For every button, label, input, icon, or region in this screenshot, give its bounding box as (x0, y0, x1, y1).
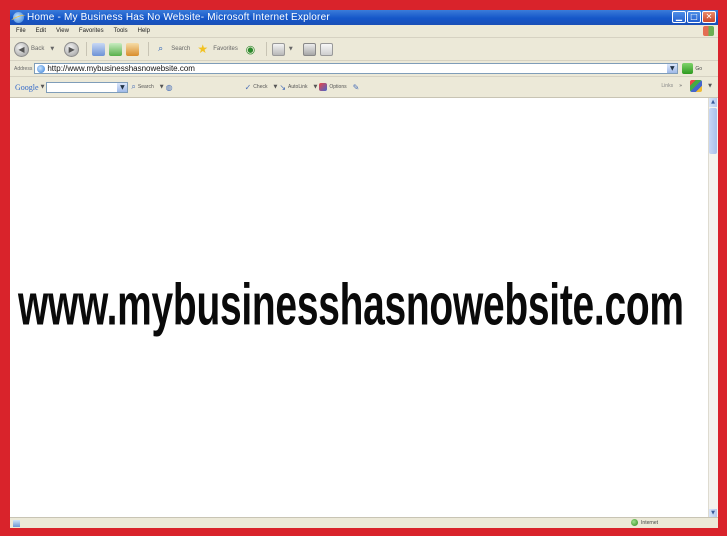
google-search-label: Search (137, 84, 154, 90)
go-arrow-icon[interactable] (682, 63, 694, 74)
scroll-up-arrow-icon[interactable]: ▲ (709, 98, 717, 107)
home-icon[interactable] (126, 42, 140, 56)
status-bar: Internet (10, 517, 718, 528)
back-dropdown-icon[interactable]: ▼ (50, 46, 54, 52)
edit-icon[interactable] (319, 42, 333, 56)
spellcheck-icon: ✓ (244, 82, 252, 92)
media-icon[interactable]: ◉ (244, 43, 257, 56)
toolbar-separator (148, 42, 150, 56)
security-zone: Internet (631, 519, 658, 526)
options-label: Options (329, 84, 347, 90)
toolbar-separator (265, 42, 267, 56)
options-button[interactable]: Options (319, 83, 347, 91)
google-search-button[interactable]: ⌕ Search (131, 82, 153, 92)
address-label: Address (14, 65, 33, 72)
toolbar-separator (86, 42, 88, 56)
check-label: Check (253, 84, 268, 90)
status-page-icon (13, 519, 20, 527)
menu-view[interactable]: View (56, 28, 69, 34)
internet-explorer-icon[interactable] (13, 12, 24, 23)
menu-tools[interactable]: Tools (114, 28, 128, 34)
go-button[interactable]: Go (695, 66, 702, 72)
internet-zone-icon (631, 519, 639, 526)
title-bar: Home - My Business Has No Website- Micro… (10, 10, 718, 25)
menu-bar: File Edit View Favorites Tools Help (10, 25, 718, 38)
favorites-star-icon[interactable]: ★ (196, 42, 209, 56)
options-icon (319, 83, 328, 91)
google-search-dropdown-icon[interactable]: ▼ (117, 82, 128, 92)
google-toolbar: Google ▼ ▼ ⌕ Search ▼ ◍ ✓ Check ▼ ↘ Auto… (10, 77, 718, 98)
menu-help[interactable]: Help (138, 28, 150, 34)
zone-label: Internet (641, 519, 658, 526)
toolbar-right-group: Links » ▼ (661, 80, 714, 92)
browser-window: Home - My Business Has No Website- Micro… (10, 10, 718, 528)
favorites-label[interactable]: Favorites (213, 46, 238, 52)
menu-favorites[interactable]: Favorites (79, 28, 104, 34)
standard-toolbar: ◀ Back ▼ ▶ ⌕ Search ★ Favorites ◉ ▼ (10, 38, 718, 61)
search-label[interactable]: Search (171, 46, 190, 52)
minimize-button[interactable]: ▁ (672, 11, 686, 23)
print-icon[interactable] (302, 42, 316, 56)
back-arrow-icon: ◀ (18, 44, 25, 54)
links-chevron-icon[interactable]: » (679, 83, 682, 89)
pencil-icon[interactable]: ✎ (353, 83, 360, 92)
autolink-dropdown-icon[interactable]: ▼ (314, 84, 318, 90)
website-headline: www.mybusinesshasnowebsite.com (18, 273, 684, 338)
autolink-icon: ↘ (279, 82, 287, 92)
google-search-icon: ⌕ (131, 82, 136, 91)
autolink-button[interactable]: ↘ AutoLink (279, 83, 307, 92)
links-label[interactable]: Links (661, 83, 673, 89)
google-logo[interactable]: Google (15, 83, 39, 92)
menu-file[interactable]: File (16, 28, 26, 34)
globe-icon[interactable]: ◍ (166, 83, 173, 92)
forward-button[interactable]: ▶ (64, 41, 80, 57)
settings-dropdown-icon[interactable]: ▼ (708, 83, 712, 89)
page-icon (37, 64, 46, 73)
vertical-scrollbar[interactable]: ▲ ▼ (708, 98, 718, 518)
close-button[interactable]: ✕ (702, 11, 716, 23)
scroll-thumb[interactable] (709, 108, 717, 154)
forward-arrow-icon: ▶ (68, 44, 75, 54)
menu-edit[interactable]: Edit (36, 28, 46, 34)
autolink-label: AutoLink (288, 84, 308, 90)
stop-icon[interactable] (92, 42, 106, 56)
red-frame-border: Home - My Business Has No Website- Micro… (0, 0, 727, 536)
window-title: Home - My Business Has No Website- Micro… (27, 12, 330, 23)
google-search-input[interactable]: ▼ (46, 81, 129, 93)
window-controls: ▁ □ ✕ (672, 11, 716, 23)
address-input[interactable]: http://www.mybusinesshasnowebsite.com ▼ (34, 63, 679, 74)
address-dropdown-icon[interactable]: ▼ (667, 64, 678, 73)
mail-icon[interactable] (271, 42, 285, 56)
address-bar: Address http://www.mybusinesshasnowebsit… (10, 61, 718, 77)
back-button[interactable]: ◀ (14, 41, 29, 57)
address-url[interactable]: http://www.mybusinesshasnowebsite.com (47, 64, 195, 73)
check-dropdown-icon[interactable]: ▼ (273, 84, 277, 90)
refresh-icon[interactable] (109, 42, 123, 56)
back-label: Back (31, 46, 45, 52)
windows-logo-icon (703, 26, 714, 36)
google-menu-dropdown-icon[interactable]: ▼ (41, 84, 45, 90)
search-icon[interactable]: ⌕ (154, 43, 167, 56)
mail-dropdown-icon[interactable]: ▼ (289, 46, 293, 52)
google-search-dropdown[interactable]: ▼ (160, 84, 164, 90)
check-button[interactable]: ✓ Check (245, 83, 268, 92)
maximize-button[interactable]: □ (687, 11, 701, 23)
settings-icon[interactable] (690, 80, 703, 92)
page-content: www.mybusinesshasnowebsite.com (10, 98, 709, 518)
